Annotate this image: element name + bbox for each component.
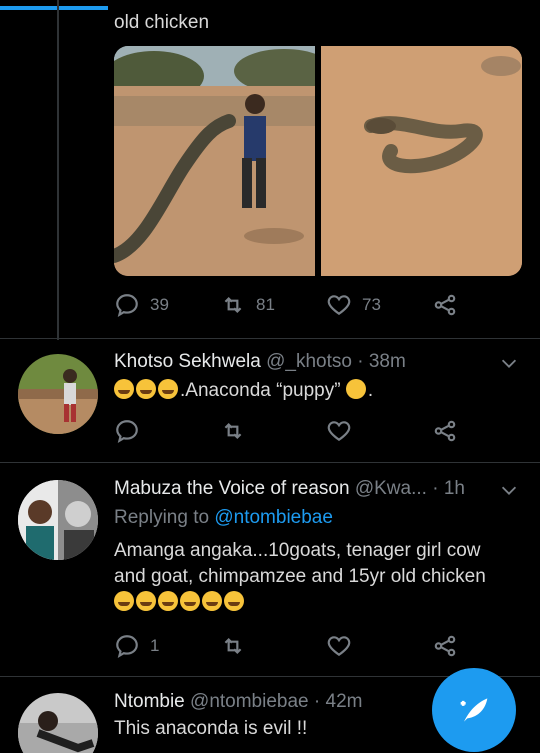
share-action[interactable] — [432, 292, 458, 318]
compose-feather-icon — [460, 698, 488, 722]
laughing-emoji-icon — [158, 379, 178, 399]
tweet-text: old chicken — [114, 12, 210, 33]
reply-action[interactable]: 1 — [114, 633, 159, 659]
like-count: 73 — [362, 295, 381, 314]
avatar-image — [18, 693, 98, 753]
tweet-header: Khotso Sekhwela @_khotso · 38m — [114, 351, 406, 373]
laughing-emoji-icon — [136, 591, 156, 611]
laughing-emoji-icon — [136, 379, 156, 399]
rofl-emoji-icon — [202, 591, 222, 611]
rofl-emoji-icon — [180, 591, 200, 611]
retweet-count: 81 — [256, 295, 275, 314]
avatar-image — [18, 480, 98, 560]
tweet-media-grid[interactable] — [114, 46, 522, 276]
heart-icon — [327, 636, 351, 656]
share-action[interactable] — [432, 418, 458, 444]
reply-action[interactable] — [114, 418, 140, 444]
divider — [0, 462, 540, 463]
separator-dot: · — [432, 478, 439, 499]
handle[interactable]: @ntombiebae — [190, 691, 309, 712]
chevron-down-icon[interactable] — [498, 352, 520, 374]
comment-icon — [116, 420, 138, 444]
handle[interactable]: @_khotso — [266, 351, 352, 372]
tweet-text-line: Amanga angaka...10goats, tenager girl co… — [114, 540, 481, 561]
separator-dot: · — [313, 691, 321, 712]
tweet-header: Ntombie @ntombiebae · 42m — [114, 691, 362, 713]
share-icon — [434, 635, 456, 657]
laughing-emoji-icon — [114, 591, 134, 611]
timestamp[interactable]: 1h — [444, 478, 465, 499]
comment-icon — [116, 635, 138, 659]
thinking-emoji-icon — [345, 379, 366, 399]
share-action[interactable] — [432, 633, 458, 659]
display-name[interactable]: Ntombie — [114, 691, 185, 712]
comment-icon — [116, 294, 138, 318]
tweet-photo-man-holding-snake[interactable] — [114, 46, 315, 276]
display-name[interactable]: Mabuza the Voice of reason — [114, 478, 350, 499]
retweet-action[interactable]: 81 — [220, 292, 275, 318]
replying-to: Replying to @ntombiebae — [114, 507, 333, 529]
tweet-text-line: and goat, chimpamzee and 15yr old chicke… — [114, 566, 486, 587]
reply-count: 1 — [150, 636, 160, 655]
handle[interactable]: @Kwa... — [355, 478, 427, 499]
photo-snake-illustration — [321, 46, 522, 276]
retweet-action[interactable] — [220, 418, 246, 444]
tweet-header: Mabuza the Voice of reason @Kwa... · 1h — [114, 478, 465, 500]
laughing-emoji-icon — [114, 379, 134, 399]
tweet-text: This anaconda is evil !! — [114, 718, 308, 739]
heart-icon — [327, 421, 351, 441]
retweet-action[interactable] — [220, 633, 246, 659]
emoji-row — [114, 590, 486, 616]
avatar[interactable] — [18, 693, 98, 753]
avatar[interactable] — [18, 354, 98, 434]
retweet-icon — [224, 422, 242, 440]
like-action[interactable] — [326, 418, 352, 444]
replying-to-handle[interactable]: @ntombiebae — [214, 507, 333, 528]
photo-man-snake-illustration — [114, 46, 315, 276]
compose-tweet-button[interactable] — [432, 668, 516, 752]
chevron-down-icon[interactable] — [498, 479, 520, 501]
replying-to-label: Replying to — [114, 507, 210, 528]
retweet-icon — [224, 637, 242, 655]
like-action[interactable] — [326, 633, 352, 659]
separator-dot: · — [357, 351, 364, 372]
rofl-emoji-icon — [158, 591, 178, 611]
loading-progress — [0, 6, 108, 10]
tweet-text-body: .Anaconda “puppy” — [180, 380, 346, 401]
tweet-photo-snake-on-sand[interactable] — [321, 46, 522, 276]
heart-icon — [327, 295, 351, 315]
rofl-emoji-icon — [224, 591, 244, 611]
tweet-text-tail: . — [367, 380, 374, 401]
like-action[interactable]: 73 — [326, 292, 381, 318]
display-name[interactable]: Khotso Sekhwela — [114, 351, 261, 372]
share-icon — [434, 420, 456, 442]
avatar[interactable] — [18, 480, 98, 560]
tweet-text: .Anaconda “puppy” . — [114, 378, 373, 404]
tweet-text: Amanga angaka...10goats, tenager girl co… — [114, 538, 486, 616]
divider — [0, 338, 540, 339]
share-icon — [434, 294, 456, 316]
avatar-image — [18, 354, 98, 434]
retweet-icon — [224, 296, 242, 314]
reply-count: 39 — [150, 295, 169, 314]
timestamp[interactable]: 42m — [326, 691, 363, 712]
timestamp[interactable]: 38m — [369, 351, 406, 372]
reply-action[interactable]: 39 — [114, 292, 169, 318]
thread-connector-line — [57, 0, 59, 340]
